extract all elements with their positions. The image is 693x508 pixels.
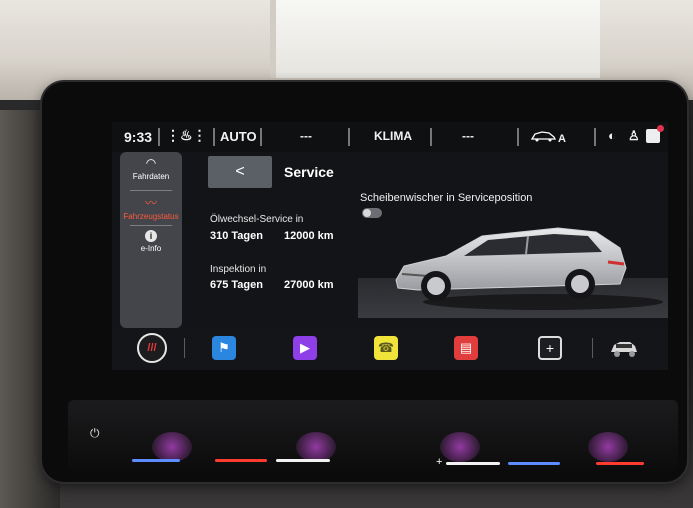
info-icon: i <box>145 230 157 242</box>
sidebar-item-label: Fahrdaten <box>132 172 170 181</box>
wiper-service-label: Scheibenwischer in Serviceposition <box>360 192 533 204</box>
volume-slider-right[interactable] <box>446 462 500 465</box>
sidebar-item-fahrdaten[interactable]: ◠ Fahrdaten <box>120 156 182 181</box>
plus-icon[interactable]: + <box>436 456 442 468</box>
klima-button[interactable]: KLIMA <box>374 129 412 143</box>
oil-service-km: 12000 km <box>284 230 334 242</box>
right-temperature[interactable]: --- <box>462 129 474 143</box>
flag-icon[interactable]: ⚑ <box>212 336 236 360</box>
messages-icon[interactable]: ▤ <box>454 336 478 360</box>
infotainment-screen: 9:33 ⋮♨⋮ AUTO --- KLIMA --- A ◐ ♙ ◠ Fahr… <box>112 122 668 370</box>
sidebar-item-label: Fahrzeugstatus <box>123 212 179 221</box>
oil-service-label: Ölwechsel-Service in <box>210 214 304 225</box>
gauge-icon: ◠ <box>145 156 157 170</box>
hazard-button[interactable]: /// <box>137 333 167 363</box>
oil-service-days: 310 Tagen <box>210 230 263 242</box>
sidebar-item-e-info[interactable]: i e-Info <box>120 230 182 253</box>
separator <box>430 128 432 146</box>
ambient-light <box>152 432 192 462</box>
vehicle-icon[interactable] <box>608 336 640 360</box>
wiper-service-toggle[interactable] <box>362 208 382 218</box>
inspection-days: 675 Tagen <box>210 279 263 291</box>
temp-slider-right-warm[interactable] <box>596 462 644 465</box>
sidebar-item-fahrzeugstatus[interactable]: 〰 Fahrzeugstatus <box>120 196 182 221</box>
volume-slider-left[interactable] <box>276 459 330 462</box>
separator <box>517 128 519 146</box>
pulse-icon: 〰 <box>144 196 157 210</box>
inspection-label: Inspektion in <box>210 264 267 275</box>
side-menu: ◠ Fahrdaten 〰 Fahrzeugstatus i e-Info <box>120 152 182 328</box>
left-temperature[interactable]: --- <box>300 129 312 143</box>
temp-slider-left-warm[interactable] <box>215 459 267 462</box>
temp-slider-left-cool[interactable] <box>132 459 180 462</box>
message-icon[interactable] <box>646 125 664 143</box>
auto-climate-button[interactable]: AUTO <box>220 129 257 144</box>
divider <box>130 225 172 226</box>
navigation-icon[interactable]: ◐ <box>608 128 616 143</box>
app-dock: /// ⚑ ▶ ☎ ▤ + <box>112 328 668 370</box>
add-icon[interactable]: + <box>538 336 562 360</box>
play-icon[interactable]: ▶ <box>293 336 317 360</box>
status-bar: 9:33 ⋮♨⋮ AUTO --- KLIMA --- A ◐ ♙ <box>112 122 668 152</box>
separator <box>184 338 185 358</box>
ambient-light <box>296 432 336 462</box>
inspection-km: 27000 km <box>284 279 334 291</box>
separator <box>213 128 215 146</box>
back-button[interactable]: < <box>208 156 272 188</box>
ambient-light <box>440 432 480 462</box>
phone-icon[interactable]: ☎ <box>374 336 398 360</box>
separator <box>348 128 350 146</box>
seat-heat-icon[interactable]: ⋮♨⋮ <box>166 127 207 144</box>
user-icon[interactable]: ♙ <box>628 128 640 144</box>
car-image <box>358 218 668 318</box>
divider <box>130 190 172 191</box>
background-window <box>270 0 600 78</box>
temp-slider-right-cool[interactable] <box>508 462 560 465</box>
car-a-icon[interactable]: A <box>530 130 566 145</box>
ambient-light <box>588 432 628 462</box>
separator <box>158 128 160 146</box>
clock: 9:33 <box>124 129 153 145</box>
separator <box>592 338 593 358</box>
separator <box>594 128 596 146</box>
power-icon[interactable]: ⏻ <box>90 426 100 441</box>
page-title: Service <box>284 164 334 180</box>
separator <box>260 128 262 146</box>
sidebar-item-label: e-Info <box>140 244 162 253</box>
